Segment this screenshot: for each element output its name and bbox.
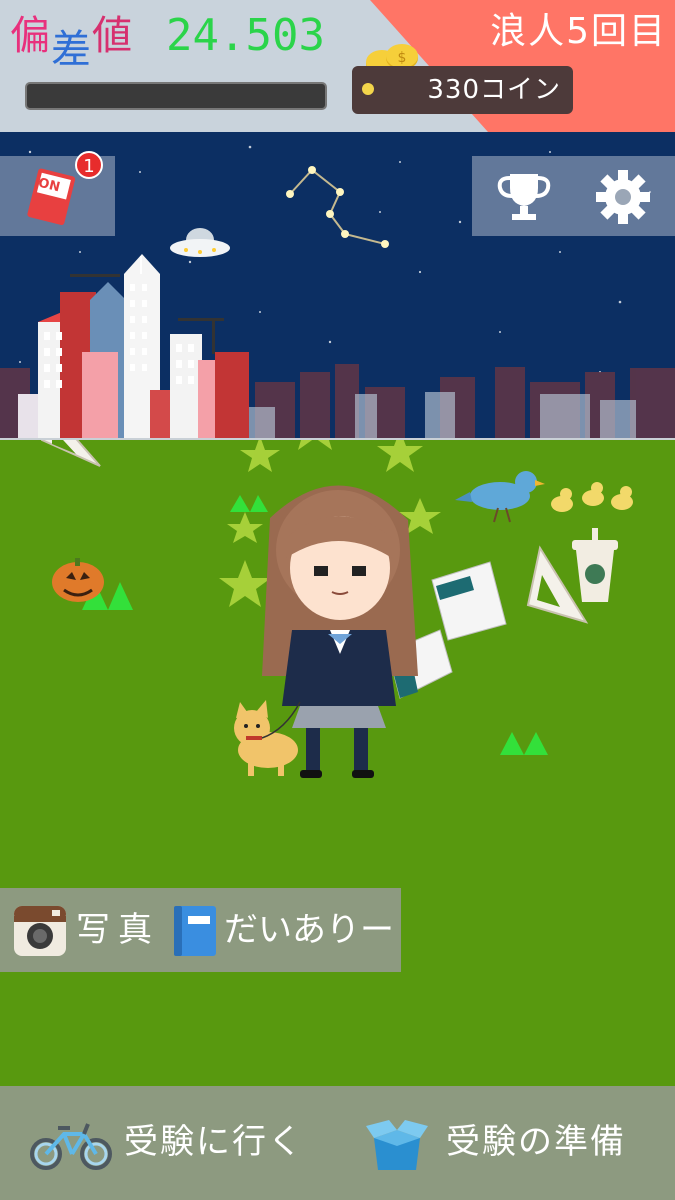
- deviation-char-1: 偏: [10, 13, 51, 59]
- deviation-value: 24.503: [166, 10, 325, 61]
- prepare-exam-label: 受験の準備: [446, 1122, 626, 1162]
- diary-button[interactable]: だいありー: [172, 904, 394, 958]
- constellation-icon: [286, 166, 389, 248]
- ronin-count-label: 浪人5回目: [490, 11, 667, 52]
- bicycle-icon: [30, 1123, 112, 1170]
- bottom-action-bar: 受験に行く 受験の準備: [0, 1086, 675, 1200]
- ducklings-icon: [551, 482, 633, 512]
- deviation-label: 偏差値: [10, 13, 133, 72]
- photo-button[interactable]: 写真: [12, 904, 182, 958]
- coin-count: 330コイン: [427, 75, 561, 105]
- status-header: 偏差値 24.503 $ 330コイン 浪人5回目: [0, 0, 675, 132]
- photo-label: 写真: [76, 910, 160, 950]
- bird-icon: [455, 471, 545, 523]
- prepare-exam-button[interactable]: 受験の準備: [366, 1108, 656, 1178]
- open-box-icon: [366, 1120, 428, 1170]
- wallet-clasp-icon: [362, 83, 374, 95]
- trophy-icon[interactable]: [496, 168, 552, 224]
- notification-badge: 1: [75, 151, 103, 179]
- deviation-char-3: 値: [92, 13, 133, 59]
- diary-book-icon: [174, 906, 216, 956]
- photo-diary-menu: 写真 だいありー: [0, 888, 401, 972]
- top-icon-panel: [472, 156, 675, 236]
- camera-icon: [14, 906, 66, 956]
- progress-bar: [25, 82, 327, 110]
- gear-icon[interactable]: [594, 168, 652, 226]
- ufo-icon: [170, 228, 230, 257]
- student-girl-character: [262, 485, 418, 778]
- dog-icon: [234, 700, 301, 776]
- switch-card-icon: [27, 168, 76, 226]
- deviation-char-2: 差: [51, 27, 92, 73]
- triangle-ruler-icon: [41, 440, 101, 467]
- go-exam-label: 受験に行く: [124, 1122, 304, 1162]
- pumpkin-icon: [52, 558, 104, 602]
- coffee-cup-icon: [572, 528, 618, 602]
- diary-label: だいありー: [224, 910, 394, 950]
- go-exam-button[interactable]: 受験に行く: [28, 1108, 328, 1178]
- svg-text:$: $: [398, 50, 407, 66]
- coin-wallet: 330コイン: [352, 66, 573, 114]
